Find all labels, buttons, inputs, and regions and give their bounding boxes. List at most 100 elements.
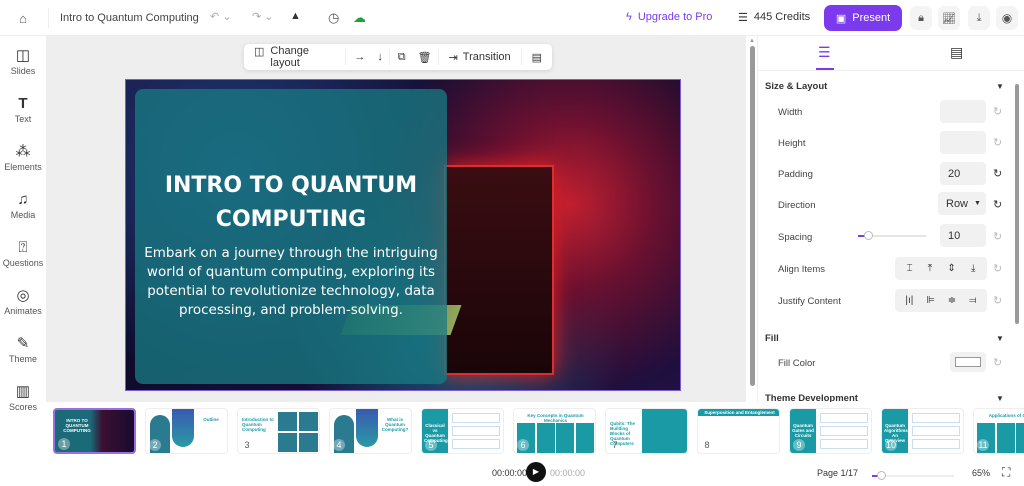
slide-canvas[interactable]: INTRO TO QUANTUM COMPUTING Embark on a j… — [125, 79, 681, 391]
slide-title[interactable]: INTRO TO QUANTUM COMPUTING — [135, 169, 447, 237]
slide-thumbnail[interactable]: Superposition and Entanglement 8 — [697, 408, 780, 454]
title-overlay-box[interactable]: INTRO TO QUANTUM COMPUTING Embark on a j… — [135, 89, 447, 384]
thumbnail-title: Outline — [203, 417, 219, 422]
sidebar-item-questions[interactable]: ⍰ Questions — [0, 238, 46, 268]
thumbnail-title: Quantum Gates and Circuits — [792, 423, 814, 438]
canvas-scrollbar[interactable]: ▲ — [748, 38, 756, 400]
slide-thumbnail[interactable]: Classical vs Quantum Computing 5 — [421, 408, 504, 454]
padding-input[interactable]: 20 — [940, 162, 986, 185]
reset-icon[interactable]: ↻ — [993, 294, 1002, 307]
change-layout-button[interactable]: ◫ Change layout — [244, 45, 345, 69]
chart-icon: ▥ — [15, 383, 31, 400]
sidebar-item-animates[interactable]: ◎ Animates — [0, 286, 46, 316]
section-fill[interactable]: Fill — [765, 333, 779, 344]
spacing-slider[interactable] — [858, 231, 926, 240]
lock-icon[interactable]: 🔒︎ — [910, 6, 932, 30]
upgrade-button[interactable]: ϟ Upgrade to Pro — [626, 11, 712, 23]
download-icon[interactable]: ⤓ — [968, 6, 990, 30]
slide-body[interactable]: Embark on a journey through the intrigui… — [143, 244, 439, 320]
home-icon[interactable]: ⌂ — [14, 10, 32, 26]
arrow-right-icon[interactable]: → — [346, 51, 371, 63]
slide-thumbnail[interactable]: Outline 2 — [145, 408, 228, 454]
account-icon[interactable]: ◉ — [996, 6, 1018, 30]
sidebar-item-scores[interactable]: ▥ Scores — [0, 382, 46, 412]
align-stretch-icon[interactable]: ⌶ — [907, 263, 913, 274]
slide-thumbnail[interactable]: Quantum Gates and Circuits 9 — [789, 408, 872, 454]
shapes-icon: ⁂ — [15, 143, 31, 160]
tab-comments-icon[interactable]: ▤ — [950, 44, 963, 61]
caret-down-icon[interactable]: ▼ — [996, 334, 1004, 343]
justify-center-icon[interactable]: ≑ — [948, 295, 956, 306]
width-label: Width — [778, 107, 803, 118]
left-sidebar: ◫ Slides T Text ⁂ Elements ♫ Media ⍰ Question… — [0, 36, 46, 486]
reset-icon[interactable]: ↻ — [993, 356, 1002, 369]
fit-screen-icon[interactable]: ⛶ — [1002, 465, 1010, 480]
credits-button[interactable]: ☰ 445 Credits — [738, 11, 810, 24]
play-button[interactable]: ▶ — [526, 462, 546, 482]
reset-icon[interactable]: ↻ — [993, 262, 1002, 275]
thumbnail-title: Applications of Quantum — [988, 413, 1024, 418]
justify-space-icon[interactable]: |ı| — [905, 295, 913, 306]
duplicate-icon[interactable]: ⧉ — [390, 51, 412, 64]
caret-down-icon[interactable]: ▼ — [996, 82, 1004, 91]
reset-icon[interactable]: ↻ — [993, 136, 1002, 149]
justify-end-icon[interactable]: ⫤ — [969, 295, 977, 306]
slider-handle[interactable] — [877, 471, 887, 480]
reset-icon[interactable]: ↻ — [993, 167, 1002, 180]
slide-thumbnail[interactable]: Quantum Algorithms: An Overview 10 — [881, 408, 964, 454]
trash-icon[interactable]: 🗑︎ — [412, 51, 438, 64]
width-input[interactable] — [940, 100, 986, 123]
undo-icon[interactable]: ↶ ⌄ — [210, 10, 232, 23]
align-bottom-icon[interactable]: ⤓ — [971, 263, 975, 274]
sidebar-item-elements[interactable]: ⁂ Elements — [0, 142, 46, 172]
comment-icon[interactable]: ▤ — [522, 51, 552, 64]
thumbnail-title: INTRO TO QUANTUM COMPUTING — [63, 418, 91, 433]
redo-icon[interactable]: ↷ ⌄ — [252, 10, 274, 23]
slide-thumbnail[interactable]: What is Quantum Computing? 4 — [329, 408, 412, 454]
align-top-icon[interactable]: ⤒ — [928, 263, 932, 274]
sidebar-item-theme[interactable]: ✎ Theme — [0, 334, 46, 364]
present-button[interactable]: ▣ Present — [824, 5, 902, 31]
slide-thumbnail[interactable]: Key Concepts in Quantum Mechanics 6 — [513, 408, 596, 454]
brush-icon: ✎ — [16, 335, 30, 352]
fill-color-swatch[interactable] — [950, 352, 986, 372]
slide-thumbnail[interactable]: INTRO TO QUANTUM COMPUTING 1 — [53, 408, 136, 454]
analytics-icon[interactable]: 📈︎ — [938, 6, 960, 30]
slide-thumbnail[interactable]: Introduction to Quantum Computing 3 — [237, 408, 320, 454]
direction-select[interactable]: Row ▼ — [938, 192, 986, 215]
slide-thumbnail[interactable]: Applications of Quantum 11 — [973, 408, 1024, 454]
sidebar-item-media[interactable]: ♫ Media — [0, 190, 46, 220]
cloud-saved-icon: ☁ — [353, 10, 366, 25]
justify-start-icon[interactable]: ⊫ — [926, 295, 935, 306]
document-title[interactable]: Intro to Quantum Computing — [60, 12, 199, 24]
height-input[interactable] — [940, 131, 986, 154]
fill-color-label: Fill Color — [778, 358, 816, 369]
top-bar: ⌂ Intro to Quantum Computing ↶ ⌄ ↷ ⌄ ▲ ◷… — [0, 0, 1024, 36]
history-icon[interactable]: ◷ — [328, 10, 339, 26]
reset-icon[interactable]: ↻ — [993, 230, 1002, 243]
bottom-bar: 00:00:00 ▶ 00:00:00 Page 1/17 65% ⛶ — [46, 460, 1024, 486]
page-indicator: Page 1/17 — [817, 468, 859, 478]
question-icon: ⍰ — [18, 239, 28, 256]
panel-scrollbar[interactable] — [1015, 74, 1021, 324]
arrow-down-icon[interactable]: ↓ — [371, 51, 389, 63]
tab-settings-icon[interactable]: ☰ — [818, 44, 831, 61]
thumbnail-number: 11 — [977, 439, 989, 451]
reset-icon[interactable]: ↻ — [993, 105, 1002, 118]
spacing-input[interactable]: 10 — [940, 224, 986, 247]
play-square-icon: ▣ — [835, 12, 847, 25]
sidebar-item-slides[interactable]: ◫ Slides — [0, 46, 46, 76]
mountain-icon[interactable]: ▲ — [290, 10, 301, 22]
thumbnail-number: 10 — [885, 439, 897, 451]
reset-icon[interactable]: ↻ — [993, 198, 1002, 211]
transition-button[interactable]: ⇥ Transition — [439, 51, 521, 64]
height-label: Height — [778, 138, 806, 149]
slider-handle[interactable] — [864, 231, 874, 240]
thumbnail-number: 4 — [333, 439, 345, 451]
slide-thumbnail[interactable]: Qubits: The Building Blocks of Quantum C… — [605, 408, 688, 454]
zoom-slider[interactable] — [872, 471, 954, 480]
sidebar-item-text[interactable]: T Text — [0, 94, 46, 124]
align-center-icon[interactable]: ⇕ — [947, 263, 955, 274]
section-size-layout[interactable]: Size & Layout — [765, 81, 827, 92]
slide-filmstrip: INTRO TO QUANTUM COMPUTING 1 Outline 2 Intro… — [46, 402, 1024, 460]
